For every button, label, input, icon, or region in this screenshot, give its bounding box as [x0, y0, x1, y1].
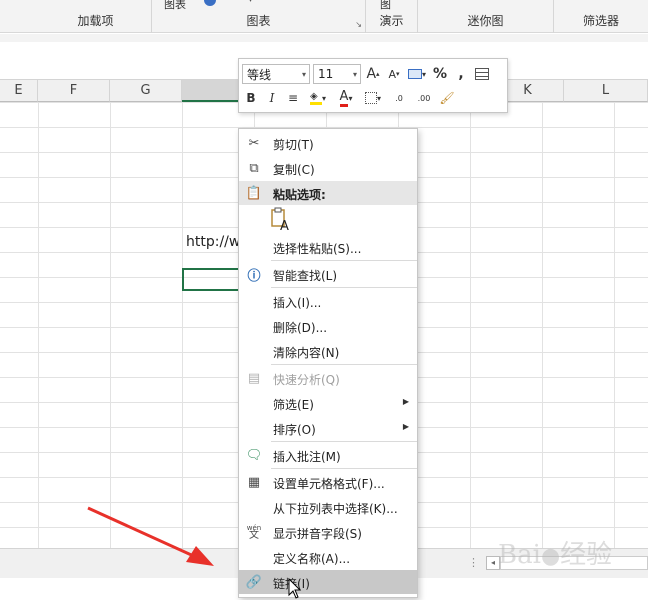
annotation-arrow [87, 506, 214, 566]
mouse-cursor-icon [288, 578, 302, 599]
